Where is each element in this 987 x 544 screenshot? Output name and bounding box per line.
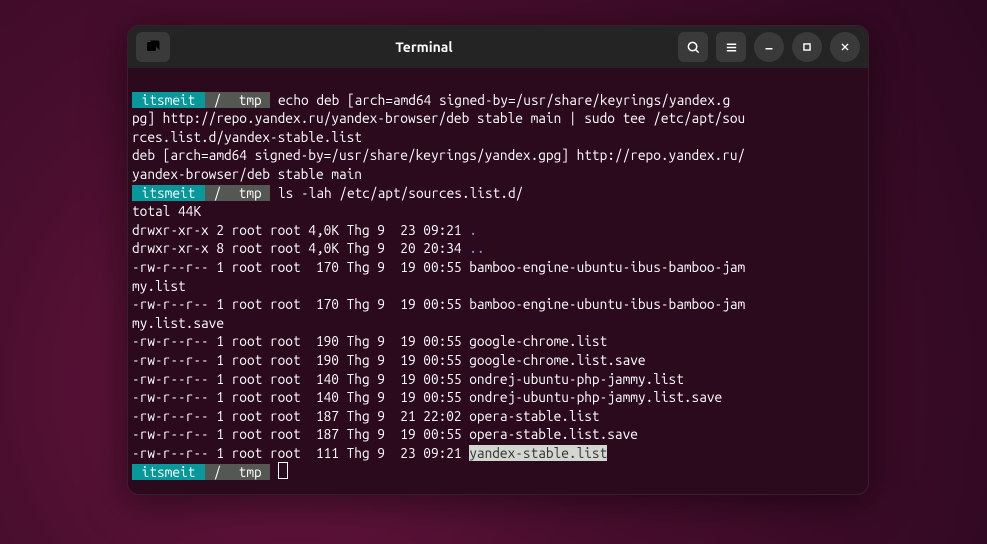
prompt: itsmeit / tmp: [132, 92, 270, 108]
output-line: my.list: [132, 278, 186, 294]
output-line: yandex-browser/deb stable main: [132, 166, 362, 182]
prompt: itsmeit / tmp: [132, 185, 270, 201]
output-line: rces.list.d/yandex-stable.list: [132, 129, 362, 145]
search-button[interactable]: [678, 32, 708, 62]
output-line: drwxr-xr-x 8 root root 4,0K Thg 9 20 20:…: [132, 240, 469, 256]
output-line: deb [arch=amd64 signed-by=/usr/share/key…: [132, 147, 745, 163]
menu-button[interactable]: [716, 32, 746, 62]
output-line: -rw-r--r-- 1 root root 190 Thg 9 19 00:5…: [132, 333, 607, 349]
output-line: -rw-r--r-- 1 root root 170 Thg 9 19 00:5…: [132, 259, 745, 275]
maximize-button[interactable]: [792, 32, 822, 62]
output-line: pg] http://repo.yandex.ru/yandex-browser…: [132, 110, 745, 126]
output-line: drwxr-xr-x 2 root root 4,0K Thg 9 23 09:…: [132, 222, 469, 238]
cursor: [278, 462, 288, 479]
output-line: -rw-r--r-- 1 root root 187 Thg 9 21 22:0…: [132, 408, 600, 424]
output-line: -rw-r--r-- 1 root root 187 Thg 9 19 00:5…: [132, 426, 638, 442]
prompt-user: itsmeit: [132, 185, 205, 201]
command-2: ls -lah /etc/apt/sources.list.d/: [270, 185, 523, 201]
output-line: total 44K: [132, 203, 201, 219]
prompt: itsmeit / tmp: [132, 464, 270, 480]
close-button[interactable]: [830, 32, 860, 62]
terminal-content[interactable]: itsmeit / tmp echo deb [arch=amd64 signe…: [128, 68, 868, 495]
titlebar: Terminal: [128, 26, 868, 68]
output-line: my.list.save: [132, 315, 224, 331]
prompt-path-sep: /: [205, 464, 230, 480]
prompt-user: itsmeit: [132, 464, 205, 480]
prompt-path: tmp: [230, 92, 270, 108]
dir-name: ..: [469, 240, 484, 256]
output-line: -rw-r--r-- 1 root root 111 Thg 9 23 09:2…: [132, 445, 469, 461]
new-tab-button[interactable]: [136, 32, 170, 62]
highlighted-file: yandex-stable.list: [469, 445, 607, 461]
output-line: -rw-r--r-- 1 root root 190 Thg 9 19 00:5…: [132, 352, 646, 368]
minimize-button[interactable]: [754, 32, 784, 62]
window-title: Terminal: [178, 39, 670, 55]
prompt-path-sep: /: [205, 185, 230, 201]
output-line: -rw-r--r-- 1 root root 140 Thg 9 19 00:5…: [132, 371, 684, 387]
prompt-user: itsmeit: [132, 92, 205, 108]
prompt-path: tmp: [230, 464, 270, 480]
prompt-path-sep: /: [205, 92, 230, 108]
prompt-path: tmp: [230, 185, 270, 201]
command-1: echo deb [arch=amd64 signed-by=/usr/shar…: [270, 92, 730, 108]
terminal-window: Terminal itsmeit / tmp echo deb [arch=am…: [127, 25, 869, 495]
dir-name: .: [469, 222, 477, 238]
output-line: -rw-r--r-- 1 root root 170 Thg 9 19 00:5…: [132, 296, 745, 312]
output-line: -rw-r--r-- 1 root root 140 Thg 9 19 00:5…: [132, 389, 722, 405]
